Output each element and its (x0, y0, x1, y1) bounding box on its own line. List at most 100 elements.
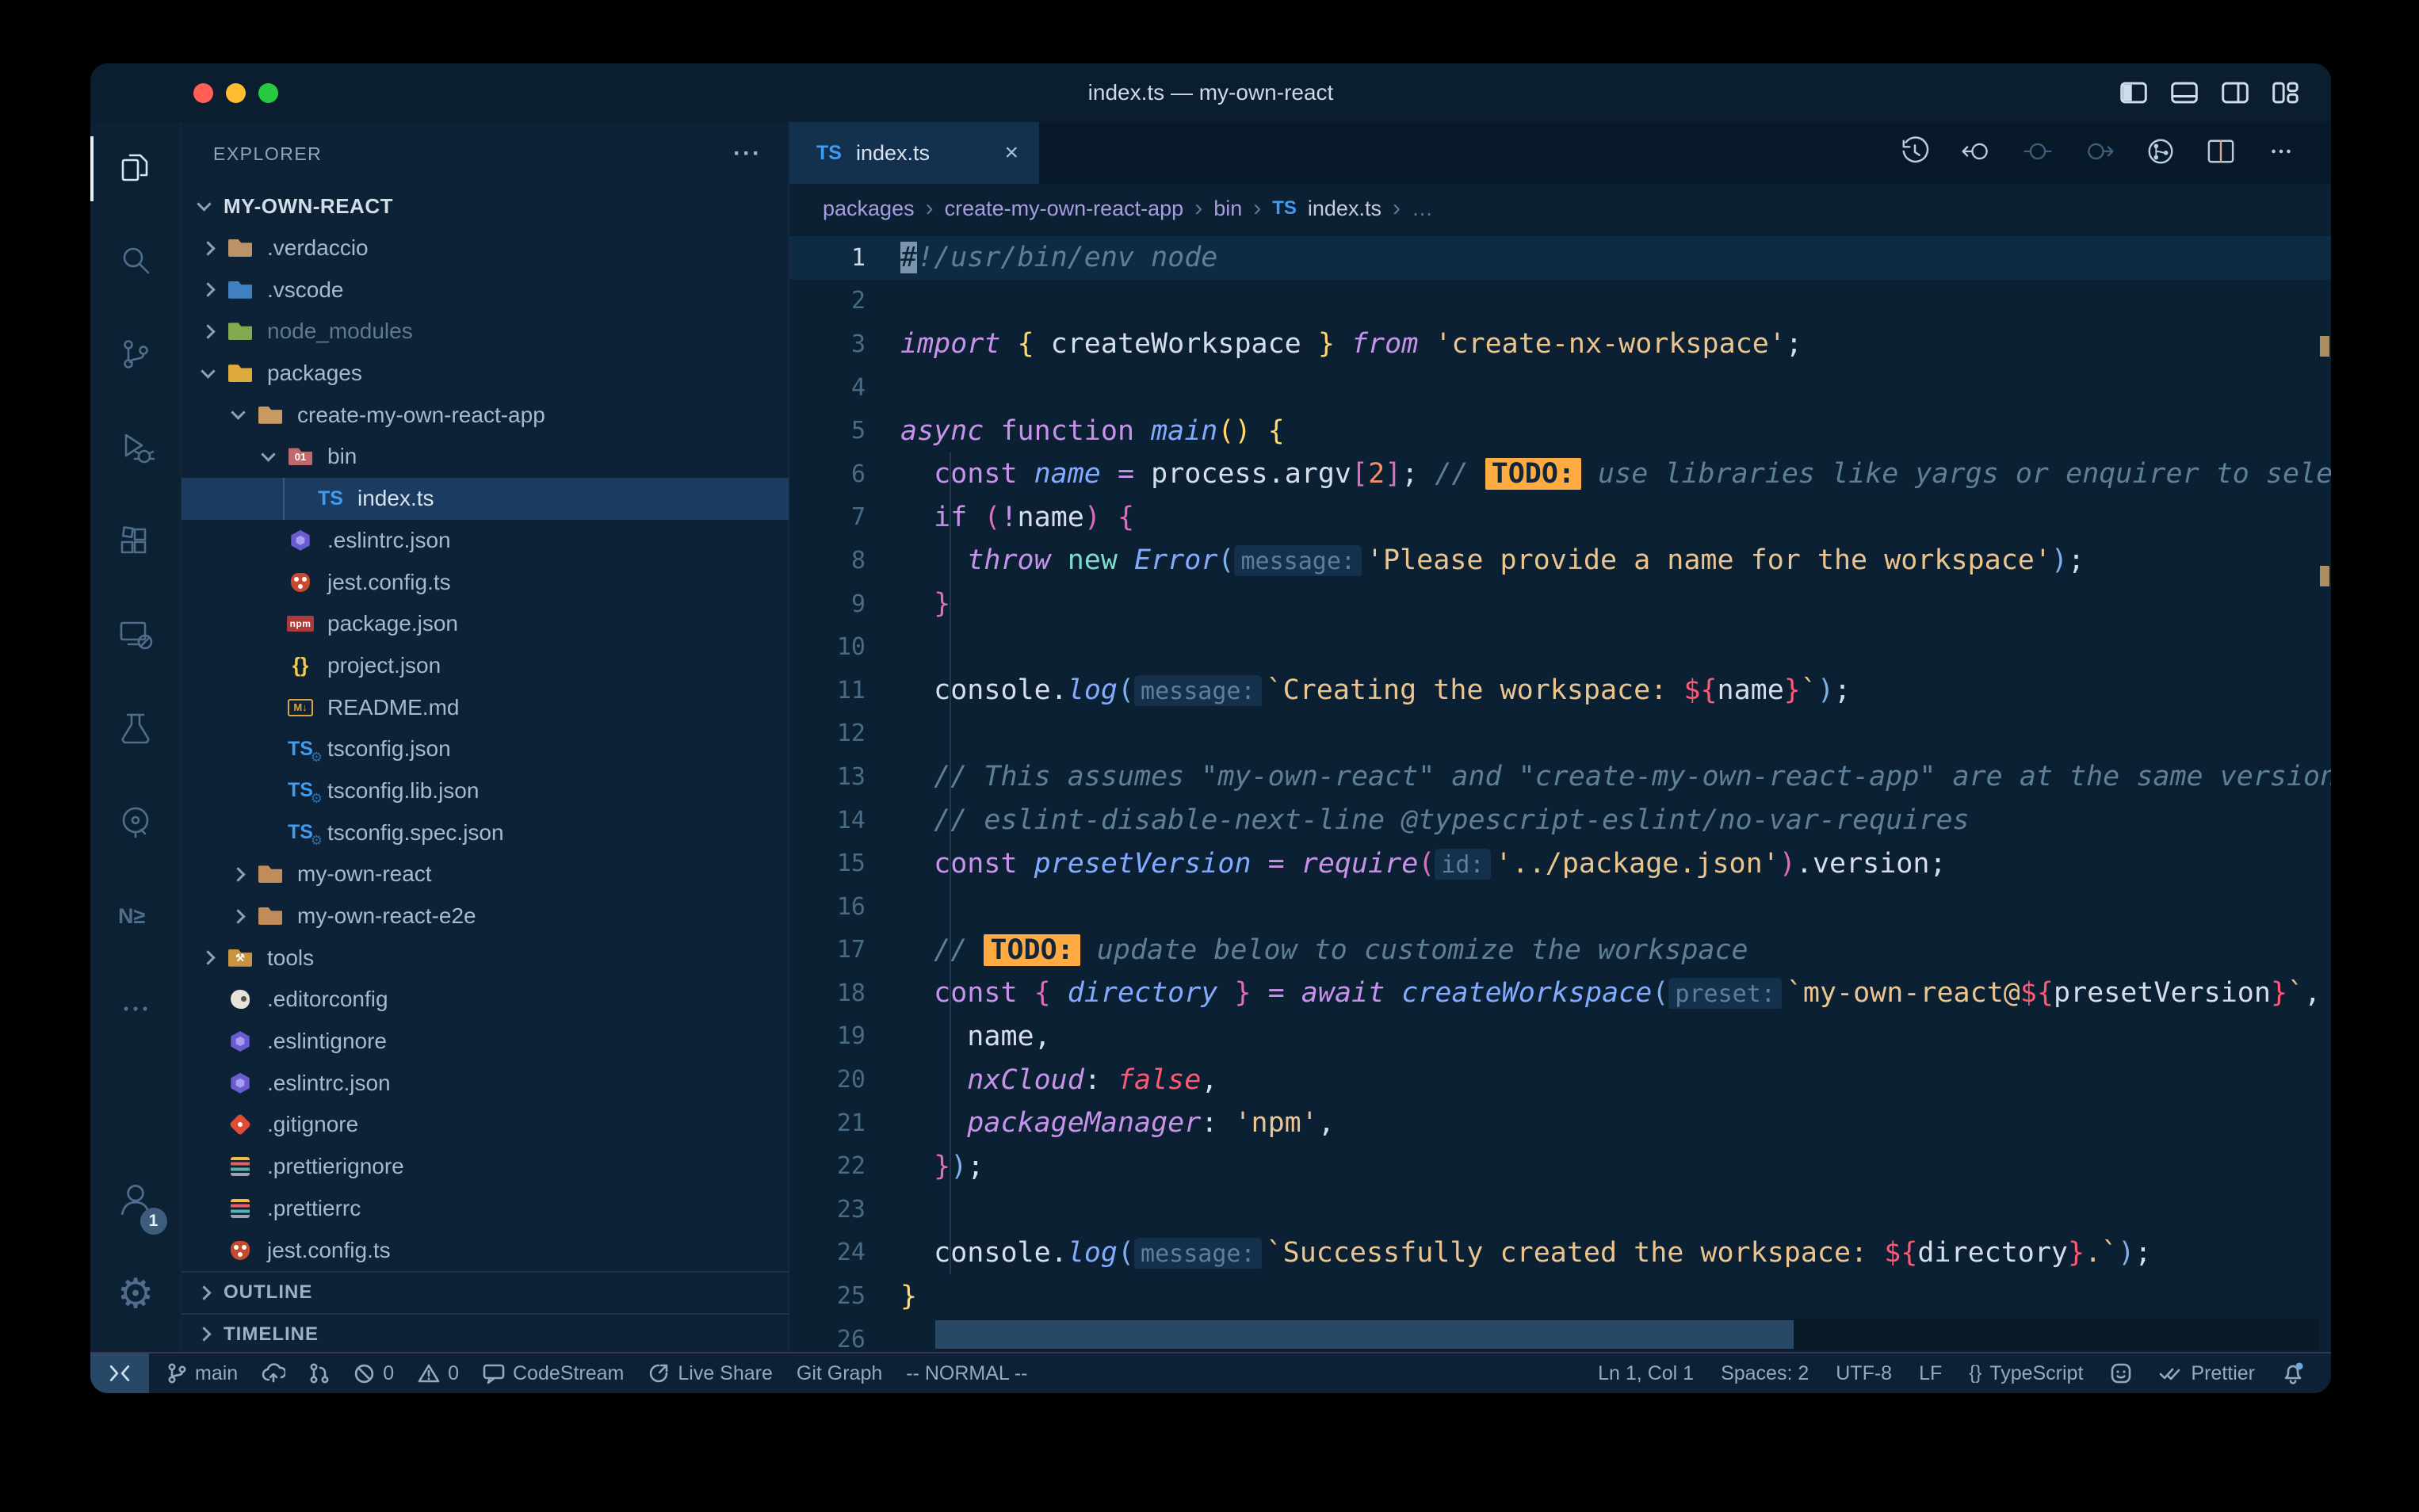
tree-item-.eslintignore[interactable]: .eslintignore (182, 1021, 789, 1063)
code-line-12[interactable]: 12 (789, 712, 2331, 756)
tree-item-.prettierignore[interactable]: .prettierignore (182, 1146, 789, 1188)
close-tab-icon[interactable]: × (1004, 139, 1018, 166)
section-outline[interactable]: OUTLINE (182, 1271, 789, 1313)
split-editor-icon[interactable] (2206, 138, 2236, 169)
code-line-4[interactable]: 4 (789, 366, 2331, 410)
status-spaces-2[interactable]: Spaces: 2 (1721, 1362, 1809, 1385)
code-line-24[interactable]: 24 console.log(message:`Successfully cre… (789, 1231, 2331, 1275)
tree-item-.vscode[interactable]: .vscode (182, 269, 789, 311)
code-line-10[interactable]: 10 (789, 625, 2331, 669)
status-git-graph[interactable]: Git Graph (797, 1362, 882, 1385)
title-bar[interactable]: index.ts — my-own-react (90, 63, 2331, 122)
code-line-5[interactable]: 5 async function main() { (789, 409, 2331, 452)
breadcrumb-file[interactable]: index.ts (1308, 197, 1381, 221)
code-line-19[interactable]: 19 name, (789, 1015, 2331, 1059)
tree-item-project.json[interactable]: {} project.json (182, 645, 789, 687)
tree-root-my-own-react[interactable]: MY-OWN-REACT (182, 185, 789, 227)
horizontal-scrollbar[interactable] (935, 1319, 2320, 1350)
code-line-14[interactable]: 14 // eslint-disable-next-line @typescri… (789, 799, 2331, 842)
status-0[interactable]: 0 (353, 1362, 394, 1385)
tree-item-node_modules[interactable]: node_modules (182, 311, 789, 353)
status-utf-8[interactable]: UTF-8 (1836, 1362, 1892, 1385)
status-cloud-upload[interactable] (262, 1363, 285, 1384)
tree-item-.eslintrc.json[interactable]: .eslintrc.json (182, 520, 789, 562)
activity-nx-console[interactable]: N≥ (90, 870, 182, 964)
tree-item-tsconfig.json[interactable]: TS⚙ tsconfig.json (182, 728, 789, 770)
status-codestream[interactable]: CodeStream (483, 1362, 624, 1385)
activity-explorer[interactable] (90, 122, 182, 216)
breadcrumb-bin[interactable]: bin (1213, 197, 1242, 221)
code-line-6[interactable]: 6 const name = process.argv[2]; // TODO:… (789, 452, 2331, 496)
status-branch-request[interactable] (309, 1362, 330, 1384)
activity-run-debug[interactable] (90, 403, 182, 496)
code-line-25[interactable]: 25 } (789, 1274, 2331, 1318)
tab-index-ts[interactable]: TS index.ts × (789, 122, 1039, 184)
tree-item-README.md[interactable]: M↓ README.md (182, 686, 789, 728)
breadcrumb-packages[interactable]: packages (823, 197, 915, 221)
tree-item-.gitignore[interactable]: .gitignore (182, 1104, 789, 1146)
activity-settings[interactable]: ⚙ (90, 1247, 182, 1341)
tree-item-tsconfig.lib.json[interactable]: TS⚙ tsconfig.lib.json (182, 770, 789, 812)
code-line-8[interactable]: 8 throw new Error(message:'Please provid… (789, 539, 2331, 582)
explorer-actions-icon[interactable]: ··· (733, 140, 762, 167)
status-0[interactable]: 0 (418, 1362, 459, 1385)
code-line-20[interactable]: 20 nxCloud: false, (789, 1058, 2331, 1102)
tree-item-.eslintrc.json[interactable]: .eslintrc.json (182, 1062, 789, 1104)
breadcrumb-create-my-own-react-app[interactable]: create-my-own-react-app (945, 197, 1184, 221)
code-line-18[interactable]: 18 const { directory } = await createWor… (789, 972, 2331, 1015)
code-line-13[interactable]: 13 // This assumes "my-own-react" and "c… (789, 755, 2331, 799)
tree-item-package.json[interactable]: npm package.json (182, 603, 789, 645)
tree-item-tsconfig.spec.json[interactable]: TS⚙ tsconfig.spec.json (182, 811, 789, 853)
status-live-share[interactable]: Live Share (648, 1362, 773, 1385)
status-normal[interactable]: -- NORMAL -- (906, 1362, 1027, 1385)
code-line-11[interactable]: 11 console.log(message:`Creating the wor… (789, 669, 2331, 712)
code-line-22[interactable]: 22 }); (789, 1144, 2331, 1188)
tree-item-index.ts[interactable]: TS index.ts (182, 478, 789, 520)
code-line-23[interactable]: 23 (789, 1188, 2331, 1231)
code-line-3[interactable]: 3 import { createWorkspace } from 'creat… (789, 323, 2331, 366)
code-editor[interactable]: 1 #!/usr/bin/env node 2 3 import { creat… (789, 233, 2331, 1352)
status-lf[interactable]: LF (1919, 1362, 1942, 1385)
status-typescript[interactable]: {}TypeScript (1969, 1362, 2083, 1385)
activity-more[interactable] (90, 964, 182, 1057)
activity-remote-explorer[interactable] (90, 590, 182, 683)
status-prettier[interactable]: Prettier (2159, 1362, 2255, 1385)
toggle-sidebar-icon[interactable] (2120, 82, 2147, 104)
code-line-2[interactable]: 2 (789, 280, 2331, 323)
activity-accounts[interactable]: 1 (90, 1154, 182, 1247)
activity-codestream[interactable] (90, 777, 182, 870)
status-remote[interactable] (90, 1353, 149, 1393)
status-feedback[interactable] (2110, 1362, 2132, 1384)
git-graph-icon[interactable] (2146, 136, 2176, 170)
code-line-1[interactable]: 1 #!/usr/bin/env node (789, 236, 2331, 280)
status-main[interactable]: main (166, 1362, 238, 1385)
tree-item-my-own-react[interactable]: my-own-react (182, 853, 789, 895)
status-bell-dot[interactable] (2282, 1361, 2304, 1385)
code-line-9[interactable]: 9 } (789, 582, 2331, 626)
code-line-16[interactable]: 16 (789, 885, 2331, 929)
tree-item-packages[interactable]: packages (182, 353, 789, 395)
tree-item-tools[interactable]: ⚒ tools (182, 937, 789, 979)
breadcrumb-more[interactable]: … (1412, 197, 1433, 221)
go-back-icon[interactable] (1960, 138, 1992, 169)
history-icon[interactable] (1900, 136, 1930, 170)
nav-forward-icon[interactable] (2084, 138, 2115, 169)
tree-item-.editorconfig[interactable]: .editorconfig (182, 979, 789, 1021)
activity-extensions[interactable] (90, 496, 182, 590)
code-line-21[interactable]: 21 packageManager: 'npm', (789, 1102, 2331, 1145)
toggle-panel-icon[interactable] (2171, 82, 2198, 104)
tree-item-create-my-own-react-app[interactable]: create-my-own-react-app (182, 394, 789, 436)
customize-layout-icon[interactable] (2272, 82, 2299, 104)
tree-item-.prettierrc[interactable]: .prettierrc (182, 1188, 789, 1230)
status-ln-1-col-1[interactable]: Ln 1, Col 1 (1598, 1362, 1694, 1385)
code-line-7[interactable]: 7 if (!name) { (789, 496, 2331, 540)
activity-testing[interactable] (90, 683, 182, 777)
activity-search[interactable] (90, 216, 182, 309)
tree-item-jest.config.ts[interactable]: jest.config.ts (182, 1229, 789, 1271)
toggle-secondary-sidebar-icon[interactable] (2222, 82, 2249, 104)
section-timeline[interactable]: TIMELINE (182, 1313, 789, 1352)
tree-item-jest.config.ts[interactable]: jest.config.ts (182, 561, 789, 603)
nav-circle-icon[interactable] (2022, 138, 2054, 169)
code-line-15[interactable]: 15 const presetVersion = require(id:'../… (789, 842, 2331, 885)
code-line-17[interactable]: 17 // TODO: update below to customize th… (789, 929, 2331, 972)
